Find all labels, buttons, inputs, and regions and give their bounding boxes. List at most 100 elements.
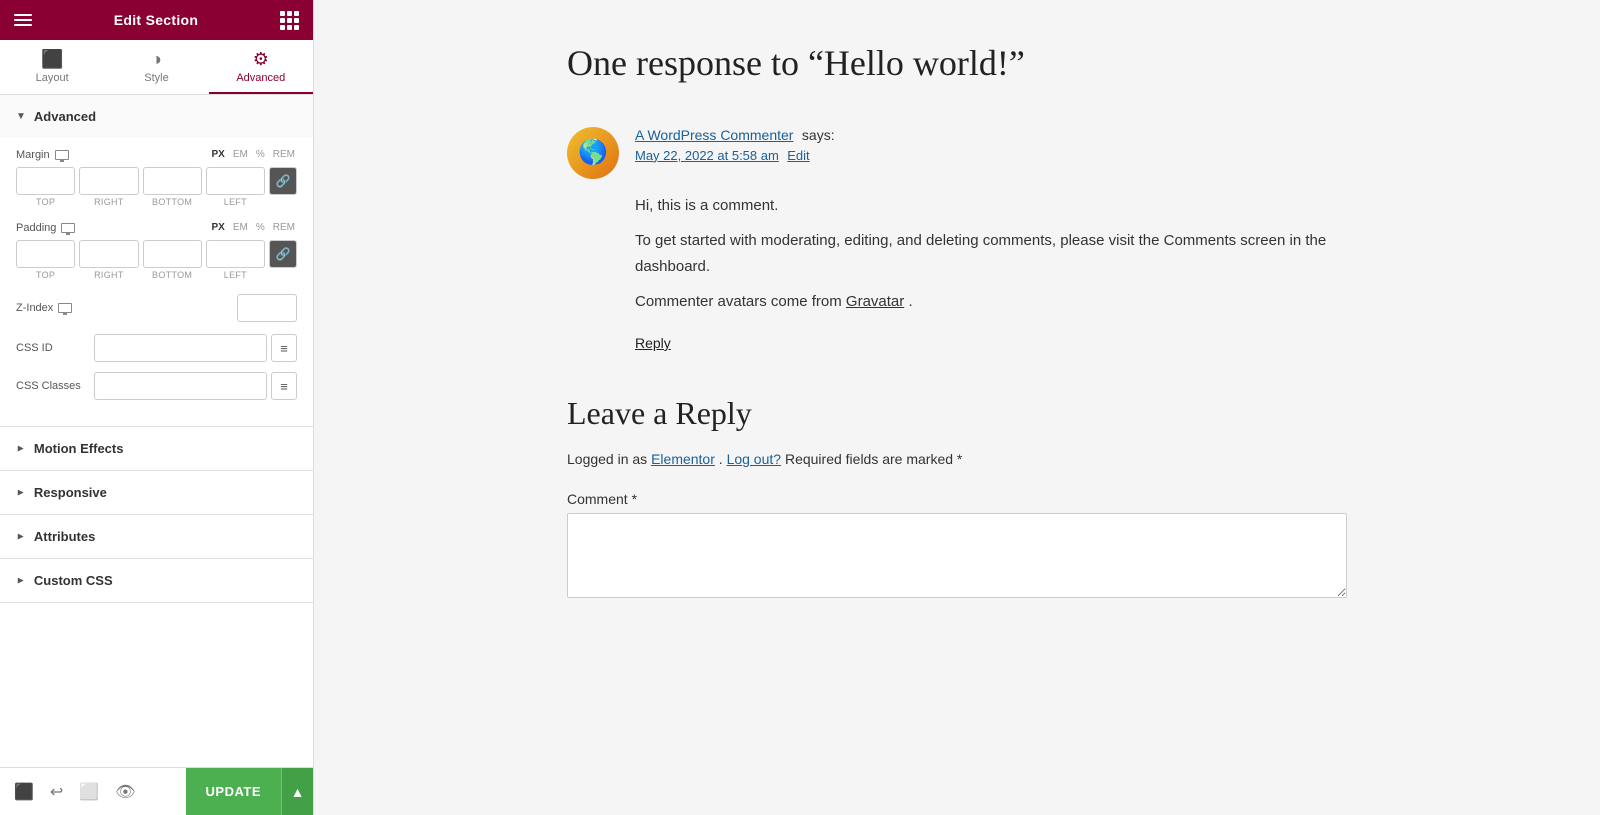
comment-meta: 🌎 A WordPress Commenter says: May 22, 20… <box>567 127 1347 179</box>
margin-unit-percent[interactable]: % <box>254 148 267 161</box>
advanced-panel-section: ▼ Advanced Margin PX EM % <box>0 95 313 427</box>
padding-right-input[interactable] <box>79 240 138 268</box>
sidebar-bottom-bar: ⬛ ↩ ⬜ 👁 UPDATE ▲ <box>0 767 313 815</box>
padding-unit-rem[interactable]: REM <box>271 221 297 234</box>
padding-left-label: LEFT <box>224 270 247 280</box>
margin-responsive-icon[interactable] <box>55 150 69 160</box>
css-id-row: CSS ID ≡ <box>16 334 297 362</box>
hamburger-icon[interactable] <box>14 14 32 26</box>
margin-top-input[interactable]: -9 <box>16 167 75 195</box>
margin-unit-rem[interactable]: REM <box>271 148 297 161</box>
margin-bottom-input[interactable]: -9 <box>143 167 202 195</box>
padding-right-label: RIGHT <box>94 270 124 280</box>
padding-link-btn[interactable]: 🔗 <box>269 240 297 268</box>
margin-inputs: -9 TOP auto RIGHT -9 BOTTOM auto <box>16 167 297 207</box>
tab-advanced-label: Advanced <box>236 72 285 84</box>
tab-layout-label: Layout <box>36 72 69 84</box>
css-classes-label: CSS Classes <box>16 380 86 392</box>
attributes-header[interactable]: ▼ Attributes <box>0 515 313 558</box>
comment-text-2: To get started with moderating, editing,… <box>635 228 1347 279</box>
tab-style[interactable]: ◑ Style <box>104 40 208 94</box>
padding-unit-em[interactable]: EM <box>231 221 250 234</box>
tab-layout[interactable]: ⬛ Layout <box>0 40 104 94</box>
tab-style-label: Style <box>144 72 168 84</box>
update-arrow-button[interactable]: ▲ <box>281 768 313 815</box>
padding-unit-px[interactable]: PX <box>210 221 227 234</box>
motion-effects-header[interactable]: ▼ Motion Effects <box>0 427 313 470</box>
zindex-input[interactable] <box>237 294 297 322</box>
logout-link[interactable]: Log out? <box>727 451 782 467</box>
margin-link-btn[interactable]: 🔗 <box>269 167 297 195</box>
comment-edit-link[interactable]: Edit <box>787 148 809 163</box>
padding-unit-percent[interactable]: % <box>254 221 267 234</box>
reply-link[interactable]: Reply <box>635 335 671 351</box>
css-classes-input[interactable] <box>94 372 267 400</box>
responsive-label: Responsive <box>34 485 107 500</box>
preview-icon[interactable]: 👁 <box>115 782 135 802</box>
tab-advanced[interactable]: ⚙ Advanced <box>209 40 313 94</box>
css-id-input[interactable] <box>94 334 267 362</box>
comment-textarea[interactable] <box>567 513 1347 598</box>
attributes-label: Attributes <box>34 529 95 544</box>
responsive-chevron: ▼ <box>15 488 26 498</box>
grid-icon[interactable] <box>280 11 299 30</box>
margin-right-label: RIGHT <box>94 197 124 207</box>
zindex-row: Z-Index <box>16 294 297 322</box>
padding-top-box: TOP <box>16 240 75 280</box>
style-icon: ◑ <box>151 50 162 68</box>
panel-title: Edit Section <box>114 12 199 28</box>
margin-top-box: -9 TOP <box>16 167 75 207</box>
zindex-label: Z-Index <box>16 302 72 314</box>
margin-bottom-label: BOTTOM <box>152 197 192 207</box>
avatar: 🌎 <box>567 127 619 179</box>
leave-reply-section: Leave a Reply Logged in as Elementor . L… <box>567 393 1347 603</box>
advanced-chevron: ▼ <box>16 111 26 122</box>
sidebar: Edit Section ⬛ Layout ◑ Style ⚙ Advanced… <box>0 0 314 815</box>
advanced-section-header[interactable]: ▼ Advanced <box>0 95 313 138</box>
gravatar-link[interactable]: Gravatar <box>846 293 904 310</box>
bottom-icons: ⬛ ↩ ⬜ 👁 <box>0 782 186 802</box>
padding-unit-switcher: PX EM % REM <box>210 221 297 234</box>
comments-title: One response to “Hello world!” <box>567 40 1347 87</box>
css-classes-input-wrap: ≡ <box>94 372 297 400</box>
margin-field-row: Margin PX EM % REM -9 TOP <box>16 148 297 207</box>
margin-unit-px[interactable]: PX <box>210 148 227 161</box>
template-icon[interactable]: ⬜ <box>79 782 99 802</box>
comment-date[interactable]: May 22, 2022 at 5:58 am <box>635 148 779 163</box>
margin-right-input[interactable]: auto <box>79 167 138 195</box>
css-id-list-btn[interactable]: ≡ <box>271 334 297 362</box>
layers-icon[interactable]: ⬛ <box>14 782 34 802</box>
padding-responsive-icon[interactable] <box>61 223 75 233</box>
responsive-section: ▼ Responsive <box>0 471 313 515</box>
margin-left-input[interactable]: auto <box>206 167 265 195</box>
margin-label: Margin <box>16 149 69 161</box>
padding-top-input[interactable] <box>16 240 75 268</box>
sidebar-content: ▼ Advanced Margin PX EM % <box>0 95 313 767</box>
responsive-header[interactable]: ▼ Responsive <box>0 471 313 514</box>
motion-effects-chevron: ▼ <box>15 444 26 454</box>
padding-left-input[interactable] <box>206 240 265 268</box>
zindex-responsive-icon[interactable] <box>58 303 72 313</box>
margin-left-label: LEFT <box>224 197 247 207</box>
content-area: One response to “Hello world!” 🌎 A WordP… <box>567 40 1347 603</box>
history-icon[interactable]: ↩ <box>50 782 63 802</box>
padding-field-row: Padding PX EM % REM TOP <box>16 221 297 280</box>
commenter-name[interactable]: A WordPress Commenter <box>635 127 793 143</box>
padding-bottom-label: BOTTOM <box>152 270 192 280</box>
css-classes-row: CSS Classes ≡ <box>16 372 297 400</box>
sidebar-tabs: ⬛ Layout ◑ Style ⚙ Advanced <box>0 40 313 95</box>
comment-date-line: May 22, 2022 at 5:58 am Edit <box>635 147 835 165</box>
margin-unit-em[interactable]: EM <box>231 148 250 161</box>
attributes-chevron: ▼ <box>15 532 26 542</box>
custom-css-chevron: ▼ <box>15 576 26 586</box>
margin-top-label: TOP <box>36 197 55 207</box>
logged-in-user-link[interactable]: Elementor <box>651 451 715 467</box>
commenter-says: says: <box>802 127 835 143</box>
css-id-label: CSS ID <box>16 342 86 354</box>
custom-css-header[interactable]: ▼ Custom CSS <box>0 559 313 602</box>
advanced-section-content: Margin PX EM % REM -9 TOP <box>0 138 313 426</box>
padding-bottom-input[interactable] <box>143 240 202 268</box>
update-button[interactable]: UPDATE <box>186 768 281 815</box>
css-classes-list-btn[interactable]: ≡ <box>271 372 297 400</box>
custom-css-label: Custom CSS <box>34 573 113 588</box>
